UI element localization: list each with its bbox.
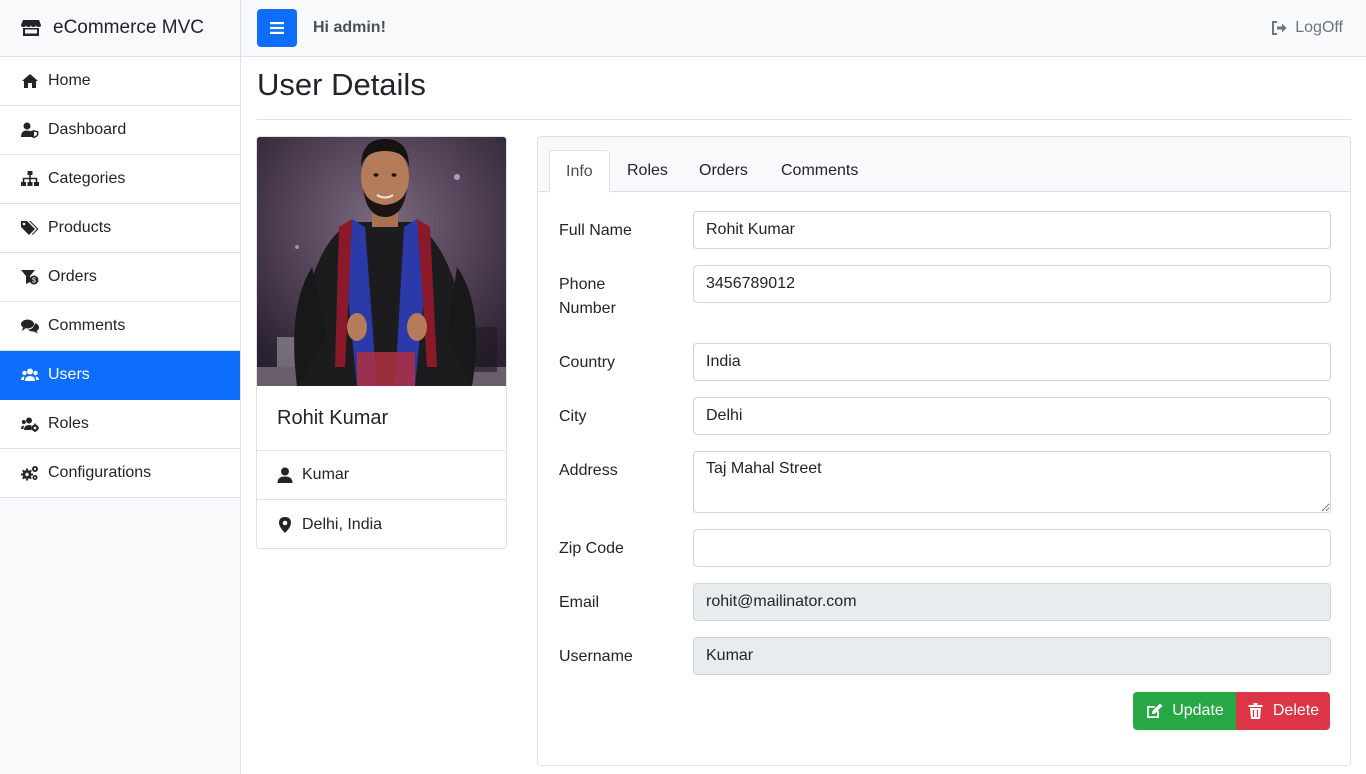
full-name-field[interactable] bbox=[693, 211, 1331, 249]
sidebar-item-home[interactable]: Home bbox=[0, 57, 240, 106]
address-field[interactable]: Taj Mahal Street bbox=[693, 451, 1331, 513]
user-icon bbox=[277, 467, 293, 483]
email-field bbox=[693, 583, 1331, 621]
zip-code-label: Zip Code bbox=[559, 540, 624, 557]
profile-photo bbox=[257, 137, 506, 386]
brand-name: eCommerce MVC bbox=[53, 17, 204, 38]
funnel-dollar-icon: $ bbox=[20, 268, 40, 286]
full-name-label: Full Name bbox=[559, 222, 632, 239]
update-button[interactable]: Update bbox=[1133, 692, 1237, 730]
sign-out-icon bbox=[1272, 21, 1287, 35]
sidebar-item-users[interactable]: Users bbox=[0, 351, 240, 400]
city-field[interactable] bbox=[693, 397, 1331, 435]
sidebar-item-label: Orders bbox=[48, 268, 97, 285]
greeting-text: Hi admin! bbox=[313, 19, 386, 36]
tab-info[interactable]: Info bbox=[549, 150, 610, 193]
profile-name: Rohit Kumar bbox=[257, 386, 506, 451]
tab-roles[interactable]: Roles bbox=[611, 150, 684, 192]
sidebar-item-categories[interactable]: Categories bbox=[0, 155, 240, 204]
country-label: Country bbox=[559, 354, 616, 371]
sidebar-item-orders[interactable]: $ Orders bbox=[0, 253, 240, 302]
sidebar-item-label: Configurations bbox=[48, 464, 152, 481]
profile-location: Delhi, India bbox=[302, 515, 383, 533]
update-label: Update bbox=[1172, 702, 1224, 719]
sidebar: eCommerce MVC Home Dashboard Categories … bbox=[0, 0, 241, 774]
comments-icon bbox=[20, 317, 40, 335]
user-shield-icon bbox=[20, 121, 40, 139]
sidebar-item-configurations[interactable]: Configurations bbox=[0, 449, 240, 498]
user-details-card: Info Roles Orders Comments Full Name Pho… bbox=[537, 136, 1351, 766]
trash-icon bbox=[1248, 703, 1263, 719]
delete-button[interactable]: Delete bbox=[1236, 692, 1330, 730]
username-label: Username bbox=[559, 648, 633, 665]
title-divider bbox=[257, 119, 1351, 120]
sidebar-item-label: Dashboard bbox=[48, 121, 127, 138]
map-marker-icon bbox=[279, 516, 291, 533]
bars-icon bbox=[270, 22, 284, 34]
edit-icon bbox=[1147, 703, 1163, 718]
phone-label-line1: Phone bbox=[559, 276, 606, 293]
users-cog-icon bbox=[20, 415, 40, 433]
sidebar-item-dashboard[interactable]: Dashboard bbox=[0, 106, 240, 155]
profile-username-row: Kumar bbox=[257, 451, 506, 500]
phone-label-line2: Number bbox=[559, 300, 616, 317]
sidebar-item-label: Products bbox=[48, 219, 112, 236]
tab-comments[interactable]: Comments bbox=[765, 150, 874, 192]
zip-code-field[interactable] bbox=[693, 529, 1331, 567]
brand[interactable]: eCommerce MVC bbox=[0, 0, 240, 57]
top-navbar: Hi admin! LogOff bbox=[241, 0, 1366, 57]
sidebar-item-label: Home bbox=[48, 72, 91, 89]
sidebar-item-roles[interactable]: Roles bbox=[0, 400, 240, 449]
store-icon bbox=[20, 19, 42, 37]
tab-orders[interactable]: Orders bbox=[683, 150, 764, 192]
logoff-label: LogOff bbox=[1295, 19, 1343, 36]
phone-field[interactable] bbox=[693, 265, 1331, 303]
users-icon bbox=[20, 366, 40, 384]
country-field[interactable] bbox=[693, 343, 1331, 381]
page-title: User Details bbox=[257, 67, 426, 102]
username-field bbox=[693, 637, 1331, 675]
email-label: Email bbox=[559, 594, 600, 611]
sidebar-item-products[interactable]: Products bbox=[0, 204, 240, 253]
sidebar-item-label: Categories bbox=[48, 170, 126, 187]
sitemap-icon bbox=[20, 170, 40, 188]
home-icon bbox=[20, 72, 40, 90]
sidebar-item-label: Roles bbox=[48, 415, 89, 432]
cogs-icon bbox=[20, 464, 40, 482]
sidebar-item-comments[interactable]: Comments bbox=[0, 302, 240, 351]
sidebar-toggle-button[interactable] bbox=[257, 9, 297, 47]
profile-username: Kumar bbox=[302, 466, 350, 483]
sidebar-item-label: Users bbox=[48, 366, 90, 383]
address-label: Address bbox=[559, 462, 618, 479]
sidebar-item-label: Comments bbox=[48, 317, 126, 334]
logoff-link[interactable]: LogOff bbox=[1271, 19, 1343, 37]
profile-location-row: Delhi, India bbox=[257, 500, 506, 548]
tags-icon bbox=[20, 219, 40, 237]
tabs-header: Info Roles Orders Comments bbox=[538, 137, 1350, 193]
svg-text:$: $ bbox=[32, 278, 36, 285]
delete-label: Delete bbox=[1272, 702, 1320, 719]
profile-card: Rohit Kumar Kumar Delhi, India bbox=[256, 136, 507, 549]
city-label: City bbox=[559, 408, 587, 425]
